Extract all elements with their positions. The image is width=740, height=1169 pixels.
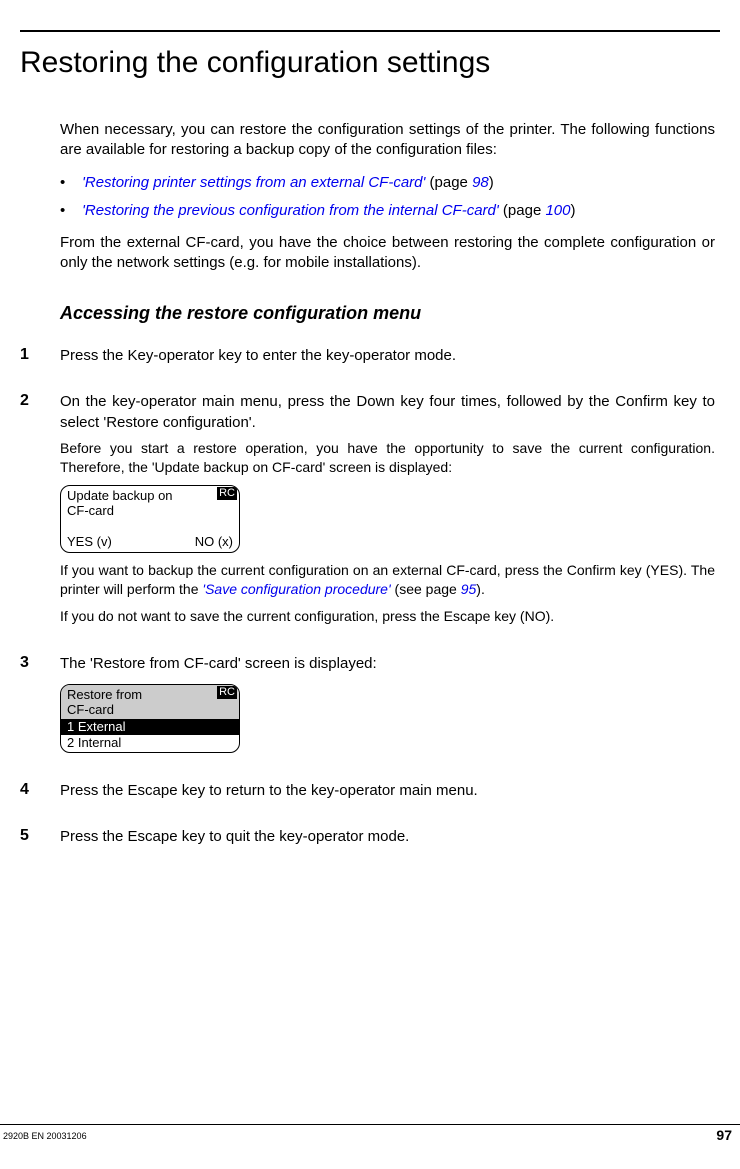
bullet-dot-icon: • <box>60 171 82 195</box>
step-body: On the key-operator main menu, press the… <box>60 392 715 633</box>
bullet-suffix: (page <box>425 174 472 191</box>
lcd-option-selected: 1 External <box>61 719 239 735</box>
sub2b: (see page <box>391 581 461 597</box>
step-text: Press the Escape key to return to the ke… <box>60 781 715 801</box>
step: 4 Press the Escape key to return to the … <box>60 781 715 807</box>
bullet-list: • 'Restoring printer settings from an ex… <box>60 171 715 223</box>
page-ref[interactable]: 100 <box>545 202 570 219</box>
intro-paragraph: When necessary, you can restore the conf… <box>60 120 715 161</box>
lcd-header-line: CF-card <box>67 702 233 718</box>
sub2c: ). <box>476 581 485 597</box>
step-text: The 'Restore from CF-card' screen is dis… <box>60 654 715 674</box>
step-number: 1 <box>20 346 60 372</box>
step: 5 Press the Escape key to quit the key-o… <box>60 827 715 853</box>
bullet-close: ) <box>571 202 576 219</box>
lcd-no: NO (x) <box>195 534 233 550</box>
lcd-header: RC Restore from CF-card <box>61 685 239 719</box>
step: 2 On the key-operator main menu, press t… <box>60 392 715 633</box>
bullet-dot-icon: • <box>60 199 82 223</box>
step-body: Press the Escape key to return to the ke… <box>60 781 715 807</box>
step-body: The 'Restore from CF-card' screen is dis… <box>60 654 715 762</box>
top-rule <box>20 30 720 32</box>
section-subhead: Accessing the restore configuration menu <box>60 303 715 324</box>
lcd-screen-update-backup: RC Update backup on CF-card YES (v) NO (… <box>60 485 240 553</box>
content-area: When necessary, you can restore the conf… <box>20 120 720 854</box>
lcd-option: 2 Internal <box>61 735 239 753</box>
step-body: Press the Escape key to quit the key-ope… <box>60 827 715 853</box>
step-number: 5 <box>20 827 60 853</box>
step: 3 The 'Restore from CF-card' screen is d… <box>60 654 715 762</box>
lcd-line: CF-card <box>67 503 233 519</box>
bullet-suffix: (page <box>499 202 546 219</box>
step-number: 3 <box>20 654 60 762</box>
lcd-line <box>67 519 233 535</box>
step-subtext: Before you start a restore operation, yo… <box>60 439 715 477</box>
lcd-badge: RC <box>217 487 237 500</box>
step-text: On the key-operator main menu, press the… <box>60 392 715 433</box>
bullet-close: ) <box>489 174 494 191</box>
step-subtext: If you want to backup the current config… <box>60 561 715 599</box>
link-restore-external[interactable]: 'Restoring printer settings from an exte… <box>82 174 425 191</box>
lcd-line: Update backup on <box>67 488 233 504</box>
lcd-line: YES (v) NO (x) <box>67 534 233 550</box>
bullet-text: 'Restoring the previous configuration fr… <box>82 199 576 223</box>
step-number: 4 <box>20 781 60 807</box>
lcd-screen-restore-from: RC Restore from CF-card 1 External 2 Int… <box>60 684 240 753</box>
lcd-header-line: Restore from <box>67 687 233 703</box>
bullet-item: • 'Restoring the previous configuration … <box>60 199 715 223</box>
link-restore-internal[interactable]: 'Restoring the previous configuration fr… <box>82 202 499 219</box>
step-number: 2 <box>20 392 60 633</box>
lcd-inner: RC Update backup on CF-card YES (v) NO (… <box>61 486 239 552</box>
bullet-text: 'Restoring printer settings from an exte… <box>82 171 494 195</box>
page-title: Restoring the configuration settings <box>20 46 720 80</box>
step: 1 Press the Key-operator key to enter th… <box>60 346 715 372</box>
link-save-procedure[interactable]: 'Save configuration procedure' <box>202 581 390 597</box>
step-subtext: If you do not want to save the current c… <box>60 607 715 626</box>
footer-docid: 2920B EN 20031206 <box>3 1131 87 1141</box>
after-bullets-paragraph: From the external CF-card, you have the … <box>60 233 715 274</box>
footer-rule <box>0 1124 740 1125</box>
step-text: Press the Escape key to quit the key-ope… <box>60 827 715 847</box>
footer-page-number: 97 <box>716 1127 732 1143</box>
step-body: Press the Key-operator key to enter the … <box>60 346 715 372</box>
page-ref[interactable]: 95 <box>461 581 477 597</box>
bullet-item: • 'Restoring printer settings from an ex… <box>60 171 715 195</box>
lcd-yes: YES (v) <box>67 534 112 550</box>
step-text: Press the Key-operator key to enter the … <box>60 346 715 366</box>
page-ref[interactable]: 98 <box>472 174 489 191</box>
lcd-badge: RC <box>217 686 237 699</box>
